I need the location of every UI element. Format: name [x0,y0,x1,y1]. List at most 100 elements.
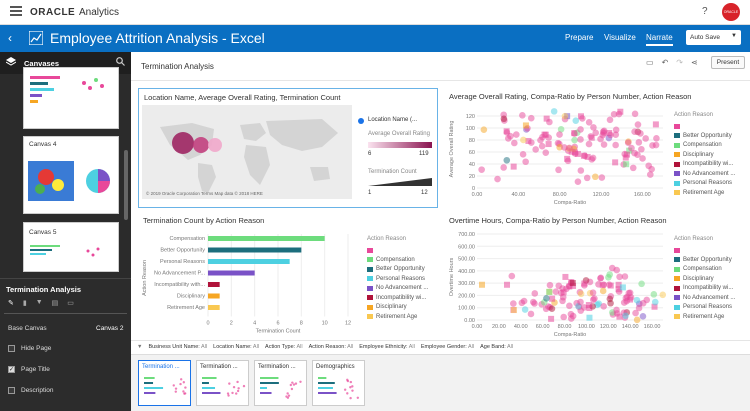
scatter-point[interactable] [612,131,620,138]
scatter-point[interactable] [616,273,623,281]
filter-chip[interactable]: Action Reason: All [309,344,354,350]
canvas-item-4[interactable]: Canvas 4 [23,136,119,214]
bar-legend-item[interactable]: Personal Reasons [367,275,428,283]
filter-icon[interactable]: ▼ [36,299,43,313]
scatter1-legend-item[interactable]: Disciplinary [674,151,735,159]
scatter-point[interactable] [580,304,588,311]
canvas-thumb-top[interactable] [23,67,119,129]
bar[interactable] [208,293,220,299]
scatter-point[interactable] [542,149,550,157]
scatter-point[interactable] [503,128,510,135]
scatter-point[interactable] [606,271,613,278]
description-row[interactable]: Description [8,387,54,394]
scatter1-legend-item[interactable]: Compensation [674,141,735,149]
scatter-point[interactable] [504,281,511,288]
present-icon[interactable]: ▭ [67,299,74,313]
scatter-point[interactable] [548,305,556,312]
filter-icon[interactable]: ▼ [137,344,142,350]
scatter-point[interactable] [634,121,642,128]
nav-visualize[interactable]: Visualize [604,33,636,42]
scatter-point[interactable] [622,312,629,320]
scatter-point[interactable] [642,135,649,142]
filter-chip[interactable]: Employee Gender: All [421,344,474,350]
scatter-point[interactable] [569,280,576,287]
scatter2-legend-item[interactable] [674,246,735,254]
scatter-point[interactable] [546,288,553,295]
scatter-point[interactable] [572,117,580,124]
scatter-point[interactable] [567,315,575,322]
bar-legend-item[interactable]: Compensation [367,256,428,264]
scatter-point[interactable] [612,159,619,166]
scatter-point[interactable] [480,126,488,133]
scatter-point[interactable] [649,142,656,149]
scatter2-legend-item[interactable]: Retirement Age [674,313,735,321]
page-title-checkbox[interactable]: ✓ [8,366,15,373]
scatter-point[interactable] [541,131,548,138]
scatter-overtime-viz[interactable]: Overtime Hours, Compa-Ratio by Person Nu… [447,212,747,340]
redo-icon[interactable]: ↷ [676,58,683,67]
scatter-point[interactable] [557,289,565,297]
scatter-point[interactable] [574,178,582,185]
scatter-point[interactable] [589,289,597,297]
bar[interactable] [208,259,290,264]
scatter-point[interactable] [548,315,555,322]
scatter-point[interactable] [530,298,537,306]
scatter-point[interactable] [520,136,527,144]
scatter-point[interactable] [613,306,620,314]
scatter-point[interactable] [600,303,607,310]
paintbrush-icon[interactable]: ✎ [8,299,14,313]
scatter-point[interactable] [586,314,593,321]
scatter-point[interactable] [543,294,550,302]
scatter2-legend-item[interactable]: Disciplinary [674,275,735,283]
scatter-point[interactable] [633,316,641,324]
scatter1-legend-item[interactable]: Better Opportunity [674,132,735,140]
scatter-point[interactable] [546,281,554,289]
scatter-point[interactable] [566,302,573,310]
scatter-point[interactable] [633,296,641,304]
scatter-point[interactable] [585,140,593,148]
story-page-thumb[interactable]: Termination ... [254,360,307,406]
scatter-point[interactable] [555,166,562,174]
table-icon[interactable]: ▤ [52,299,59,313]
scatter-point[interactable] [589,154,597,162]
bar-viz[interactable]: Termination Count by Action Reason 0 2 4 6 8… [138,212,438,340]
scatter-point[interactable] [653,135,660,142]
scatter-point[interactable] [494,175,501,183]
scatter-point[interactable] [511,139,518,147]
back-icon[interactable]: ‹ [8,31,12,45]
scatter-point[interactable] [581,152,589,159]
scatter-point[interactable] [651,298,659,306]
scatter-point[interactable] [608,264,616,272]
scatter-point[interactable] [600,141,608,148]
scatter-point[interactable] [583,174,591,182]
story-page-thumb[interactable]: Demographics [312,360,365,406]
scatter2-legend-item[interactable]: No Advancement ... [674,294,735,302]
chart-icon[interactable]: ▮ [23,299,27,313]
hide-page-row[interactable]: Hide Page [8,345,51,352]
scatter-point[interactable] [571,130,578,137]
scatter-point[interactable] [503,156,511,164]
scatter-point[interactable] [639,313,647,320]
scatter-point[interactable] [624,139,632,146]
scatter-point[interactable] [631,128,638,136]
bar-legend-item[interactable]: Disciplinary [367,303,428,311]
scatter-point[interactable] [577,126,584,133]
share-icon[interactable]: ⋖ [691,58,698,67]
scatter-point[interactable] [537,136,544,144]
scatter-point[interactable] [650,291,658,298]
filter-chip[interactable]: Location Name: All [213,344,259,350]
scatter-point[interactable] [521,306,529,313]
scatter-point[interactable] [500,164,507,171]
scatter-point[interactable] [588,134,595,141]
scatter-point[interactable] [637,130,644,137]
scatter2-legend-item[interactable]: Personal Reasons [674,303,735,311]
scatter-point[interactable] [577,298,584,306]
canvas-item-5[interactable]: Canvas 5 [23,222,119,272]
scatter2-legend-item[interactable]: Incompatibility wi... [674,284,735,292]
scatter-point[interactable] [560,313,567,321]
avatar[interactable]: ORACLE [722,3,740,21]
bar-legend-item[interactable]: Retirement Age [367,313,428,321]
filter-chip[interactable]: Action Type: All [265,344,303,350]
scatter-point[interactable] [527,114,535,122]
scatter-point[interactable] [519,151,527,158]
